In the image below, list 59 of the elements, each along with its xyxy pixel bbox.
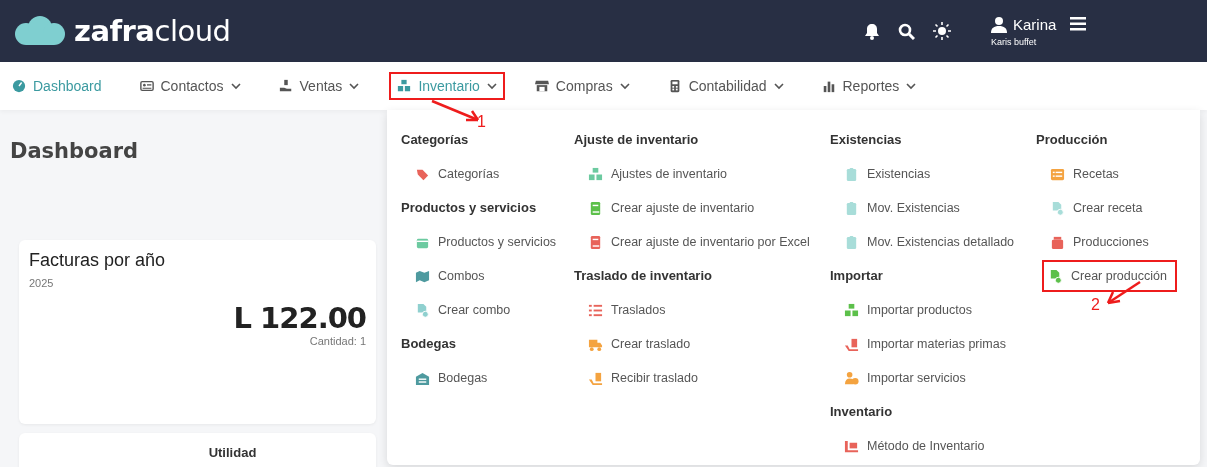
nav-item[interactable]: Reportes [813, 72, 925, 100]
menu-item[interactable]: Producciones [1048, 226, 1159, 258]
menu-item[interactable]: Crear combo [413, 294, 521, 326]
callout-number: 2 [1091, 296, 1100, 314]
nav-item[interactable]: Contabilidad [659, 72, 792, 100]
count-text: Cantidad: 1 [309, 335, 366, 347]
menu-item[interactable]: Importar materias primas [842, 328, 1016, 360]
callout-number: 1 [477, 113, 486, 131]
menu-item[interactable]: Recetas [1048, 158, 1129, 190]
contact-card-icon [139, 79, 154, 93]
menu-item[interactable]: Crear traslado [586, 328, 701, 360]
menu-item[interactable]: Crear receta [1048, 192, 1153, 224]
menu-heading: Importar [830, 268, 883, 283]
menu-item[interactable]: Crear ajuste de inventario por Excel [586, 226, 820, 258]
callout-arrow [431, 99, 480, 122]
menu-heading: Producción [1036, 132, 1108, 147]
bar-chart-icon [821, 79, 836, 93]
nav-item[interactable]: Ventas [270, 72, 368, 100]
company-name: Karis buffet [991, 36, 1038, 47]
menu-heading: Ajuste de inventario [574, 132, 699, 147]
boxes-icon [397, 79, 412, 93]
user-icon [991, 15, 1007, 33]
menu-item[interactable]: Crear producción [1042, 260, 1177, 292]
menu-item[interactable]: Ajustes de inventario [586, 158, 738, 190]
menu-heading: Bodegas [401, 336, 456, 351]
nav-item[interactable]: Contactos [131, 72, 249, 100]
menu-heading: Productos y servicios [401, 200, 537, 215]
sun-icon[interactable] [933, 22, 951, 40]
menu-item[interactable]: Mov. Existencias [842, 192, 970, 224]
card-title: Facturas por año [29, 250, 167, 271]
menu-item[interactable]: Crear ajuste de inventario [586, 192, 765, 224]
store-icon [534, 79, 549, 93]
amount-value: L 122.00 [233, 301, 366, 335]
user-name[interactable]: Karina [1013, 15, 1057, 33]
menu-item[interactable]: Combos [413, 260, 495, 292]
bell-icon[interactable] [864, 22, 880, 40]
menu-item[interactable]: Método de Inventario [842, 430, 995, 462]
menu-heading: Existencias [830, 132, 902, 147]
menu-item[interactable]: Traslados [586, 294, 676, 326]
page-title: Dashboard [10, 139, 139, 164]
menu-item[interactable]: Importar productos [842, 294, 982, 326]
gauge-icon [12, 79, 26, 93]
menu-heading: Inventario [830, 404, 893, 419]
menu-icon[interactable] [1070, 17, 1087, 31]
card-subtitle: 2025 [29, 277, 55, 289]
menu-heading: Categorías [401, 132, 469, 147]
search-icon[interactable] [898, 22, 915, 40]
menu-item[interactable]: Mov. Existencias detallado [842, 226, 1025, 258]
menu-item[interactable]: Importar servicios [842, 362, 976, 394]
card-title: Utilidad [208, 445, 257, 460]
menu-heading: Traslado de inventario [574, 268, 712, 283]
logo-text: zafracloud [74, 14, 231, 48]
menu-item[interactable]: Categorías [413, 158, 510, 190]
menu-item[interactable]: Recibir traslado [586, 362, 708, 394]
menu-item[interactable]: Bodegas [413, 362, 498, 394]
menu-item[interactable]: Existencias [842, 158, 941, 190]
hand-box-icon [278, 79, 293, 93]
nav-item[interactable]: Compras [526, 72, 638, 100]
menu-item[interactable]: Productos y servicios [413, 226, 567, 258]
